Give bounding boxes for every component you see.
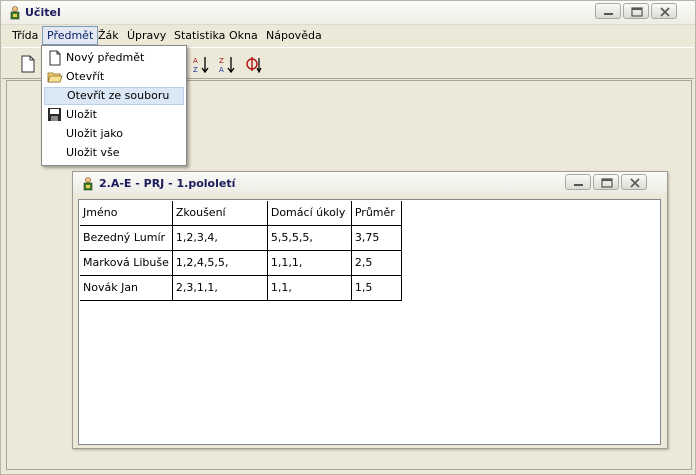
column-header-average[interactable]: Průměr (351, 201, 402, 226)
menu-item-label: Uložit (66, 108, 97, 121)
close-icon (660, 7, 670, 17)
menu-item-save-as[interactable]: Uložit jako (44, 125, 184, 143)
child-window-title: 2.A-E - PRJ - 1.pololetí (99, 177, 236, 190)
table-header-row: Jméno Zkoušení Domácí úkoly Průměr (80, 201, 402, 226)
new-document-icon (49, 50, 61, 66)
menu-item-open-from-file[interactable]: Otevřít ze souboru (44, 87, 184, 105)
svg-text:Z: Z (193, 66, 198, 74)
menu-item-label: Otevřít ze souboru (67, 89, 170, 102)
minimize-icon (604, 13, 613, 15)
phi-button[interactable] (241, 52, 265, 76)
app-title: Učitel (25, 6, 61, 19)
teacher-icon (10, 6, 20, 20)
cell-homework[interactable]: 5,5,5,5, (267, 225, 352, 251)
menu-trida[interactable]: Třída (8, 26, 42, 45)
close-button[interactable] (651, 3, 677, 19)
minimize-icon (574, 184, 583, 186)
main-window: Učitel Třída Předmět Žák Úpravy Statisti… (0, 0, 696, 475)
child-close-button[interactable] (621, 174, 647, 190)
sort-az-icon: A Z (193, 57, 209, 74)
column-header-name[interactable]: Jméno (80, 201, 173, 226)
new-document-icon (21, 55, 35, 73)
sort-az-button[interactable]: A Z (189, 52, 213, 76)
menu-predmet[interactable]: Předmět (42, 26, 99, 45)
predmet-dropdown-menu: Nový předmět Otevřít Otevřít ze souboru … (41, 45, 187, 166)
table-row: Novák Jan 2,3,1,1, 1,1, 1,5 (80, 275, 402, 301)
cell-exams[interactable]: 2,3,1,1, (172, 275, 268, 301)
child-maximize-button[interactable] (593, 174, 619, 190)
open-folder-icon (47, 72, 63, 83)
cell-average[interactable]: 2,5 (351, 250, 402, 276)
cell-homework[interactable]: 1,1, (267, 275, 352, 301)
menu-item-label: Uložit vše (66, 146, 120, 159)
cell-homework[interactable]: 1,1,1, (267, 250, 352, 276)
grades-grid[interactable]: Jméno Zkoušení Domácí úkoly Průměr Bezed… (78, 199, 661, 445)
cell-name[interactable]: Marková Libuše (80, 250, 173, 276)
menu-item-new-subject[interactable]: Nový předmět (44, 49, 184, 67)
menu-item-label: Nový předmět (66, 51, 145, 64)
child-title-bar: 2.A-E - PRJ - 1.pololetí (73, 172, 667, 194)
menu-item-save-all[interactable]: Uložit vše (44, 144, 184, 162)
sort-za-button[interactable]: Z A (215, 52, 239, 76)
grades-table: Jméno Zkoušení Domácí úkoly Průměr Bezed… (80, 201, 402, 301)
menu-upravy[interactable]: Úpravy (123, 26, 170, 45)
cell-name[interactable]: Bezedný Lumír (80, 225, 173, 251)
cell-name[interactable]: Novák Jan (80, 275, 173, 301)
teacher-icon (83, 177, 93, 191)
menu-napoveda[interactable]: Nápověda (262, 26, 326, 45)
sort-za-icon: Z A (219, 57, 235, 74)
maximize-icon (631, 7, 643, 17)
menu-item-save[interactable]: Uložit (44, 106, 184, 124)
svg-text:A: A (193, 57, 198, 65)
svg-text:Z: Z (219, 57, 224, 65)
close-icon (630, 178, 640, 188)
column-header-homework[interactable]: Domácí úkoly (267, 201, 352, 226)
cell-average[interactable]: 3,75 (351, 225, 402, 251)
cell-exams[interactable]: 1,2,4,5,5, (172, 250, 268, 276)
child-minimize-button[interactable] (565, 174, 591, 190)
child-window-controls (565, 174, 647, 190)
menu-statistika[interactable]: Statistika (170, 26, 229, 45)
window-controls (595, 3, 677, 19)
menu-bar: Třída Předmět Žák Úpravy Statistika Okna… (2, 26, 694, 45)
title-bar: Učitel (1, 1, 695, 25)
minimize-button[interactable] (595, 3, 621, 19)
maximize-button[interactable] (623, 3, 649, 19)
class-window: 2.A-E - PRJ - 1.pololetí Jméno Zkoušení … (72, 171, 668, 449)
menu-okna[interactable]: Okna (225, 26, 262, 45)
cell-exams[interactable]: 1,2,3,4, (172, 225, 268, 251)
menu-item-open[interactable]: Otevřít (44, 68, 184, 86)
menu-item-label: Otevřít (66, 70, 105, 83)
svg-text:A: A (219, 66, 224, 74)
column-header-exams[interactable]: Zkoušení (172, 201, 268, 226)
table-row: Bezedný Lumír 1,2,3,4, 5,5,5,5, 3,75 (80, 225, 402, 251)
phi-icon (246, 57, 262, 74)
menu-item-label: Uložit jako (66, 127, 123, 140)
maximize-icon (601, 178, 613, 188)
table-row: Marková Libuše 1,2,4,5,5, 1,1,1, 2,5 (80, 250, 402, 276)
cell-average[interactable]: 1,5 (351, 275, 402, 301)
new-button[interactable] (16, 52, 40, 76)
menu-zak[interactable]: Žák (94, 26, 123, 45)
floppy-disk-icon (48, 108, 61, 121)
